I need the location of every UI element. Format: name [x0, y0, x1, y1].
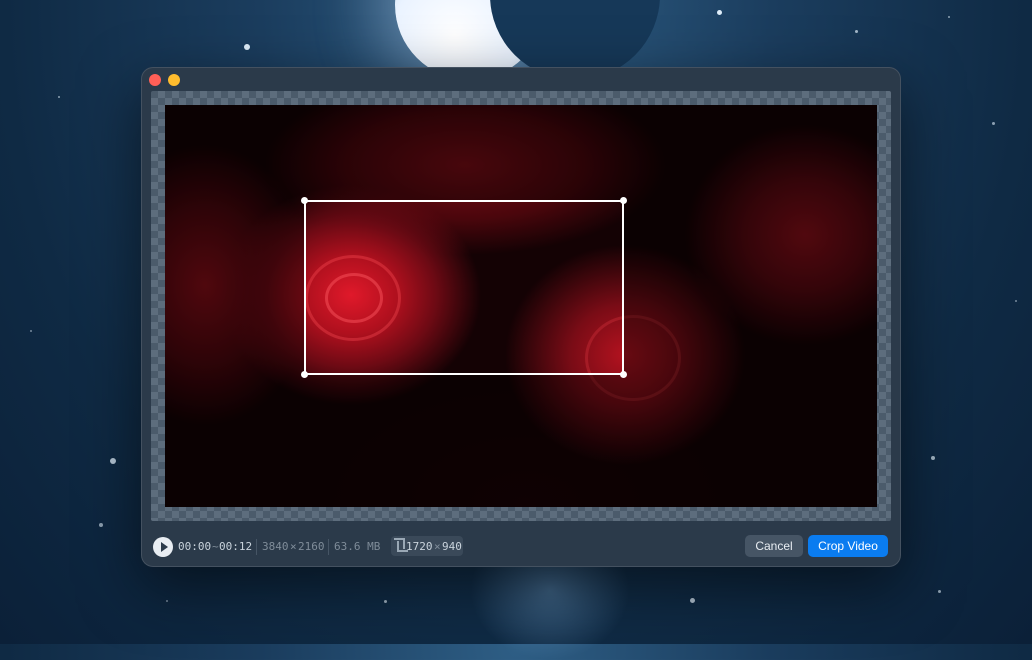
dim-bottom	[165, 375, 877, 507]
time-start: 00:00	[178, 540, 212, 553]
star	[99, 523, 103, 527]
resolution-height: 2160	[298, 540, 325, 553]
star	[938, 590, 941, 593]
crop-video-window: 00:00 ~ 00:12 3840 × 2160 63.6 MB 1720 ×…	[141, 67, 901, 567]
dim-right	[624, 200, 877, 375]
star	[1015, 300, 1017, 302]
resolution-width: 3840	[262, 540, 289, 553]
star	[384, 600, 387, 603]
crop-handle-bottom-left[interactable]	[301, 371, 308, 378]
title-bar	[141, 67, 901, 93]
crop-handle-bottom-right[interactable]	[620, 371, 627, 378]
star	[855, 30, 858, 33]
dim-left	[165, 200, 304, 375]
star	[58, 96, 60, 98]
crop-video-button[interactable]: Crop Video	[808, 535, 888, 557]
video-preview	[165, 105, 877, 507]
star	[110, 458, 116, 464]
divider	[328, 539, 329, 555]
star	[244, 44, 250, 50]
star	[931, 456, 935, 460]
star	[717, 10, 722, 15]
crop-handle-top-right[interactable]	[620, 197, 627, 204]
dim-top	[165, 105, 877, 200]
cancel-button[interactable]: Cancel	[745, 535, 803, 557]
star	[690, 598, 695, 603]
close-button[interactable]	[149, 74, 161, 86]
crop-handle-top-left[interactable]	[301, 197, 308, 204]
crop-separator: ×	[434, 540, 441, 553]
star	[30, 330, 32, 332]
star	[948, 16, 950, 18]
play-icon[interactable]	[153, 537, 173, 557]
resolution-separator: ×	[290, 540, 297, 553]
transparent-canvas	[151, 91, 891, 521]
divider	[256, 539, 257, 555]
star	[992, 122, 995, 125]
star	[166, 600, 168, 602]
bottom-toolbar: 00:00 ~ 00:12 3840 × 2160 63.6 MB 1720 ×…	[141, 533, 901, 567]
crop-selection[interactable]	[301, 197, 627, 378]
time-end: 00:12	[219, 540, 253, 553]
crop-size-badge: 1720 × 940	[391, 536, 463, 556]
crop-height: 940	[442, 540, 462, 553]
minimize-button[interactable]	[168, 74, 180, 86]
file-size: 63.6 MB	[334, 540, 381, 553]
time-separator: ~	[212, 540, 219, 553]
crop-width: 1720	[406, 540, 433, 553]
